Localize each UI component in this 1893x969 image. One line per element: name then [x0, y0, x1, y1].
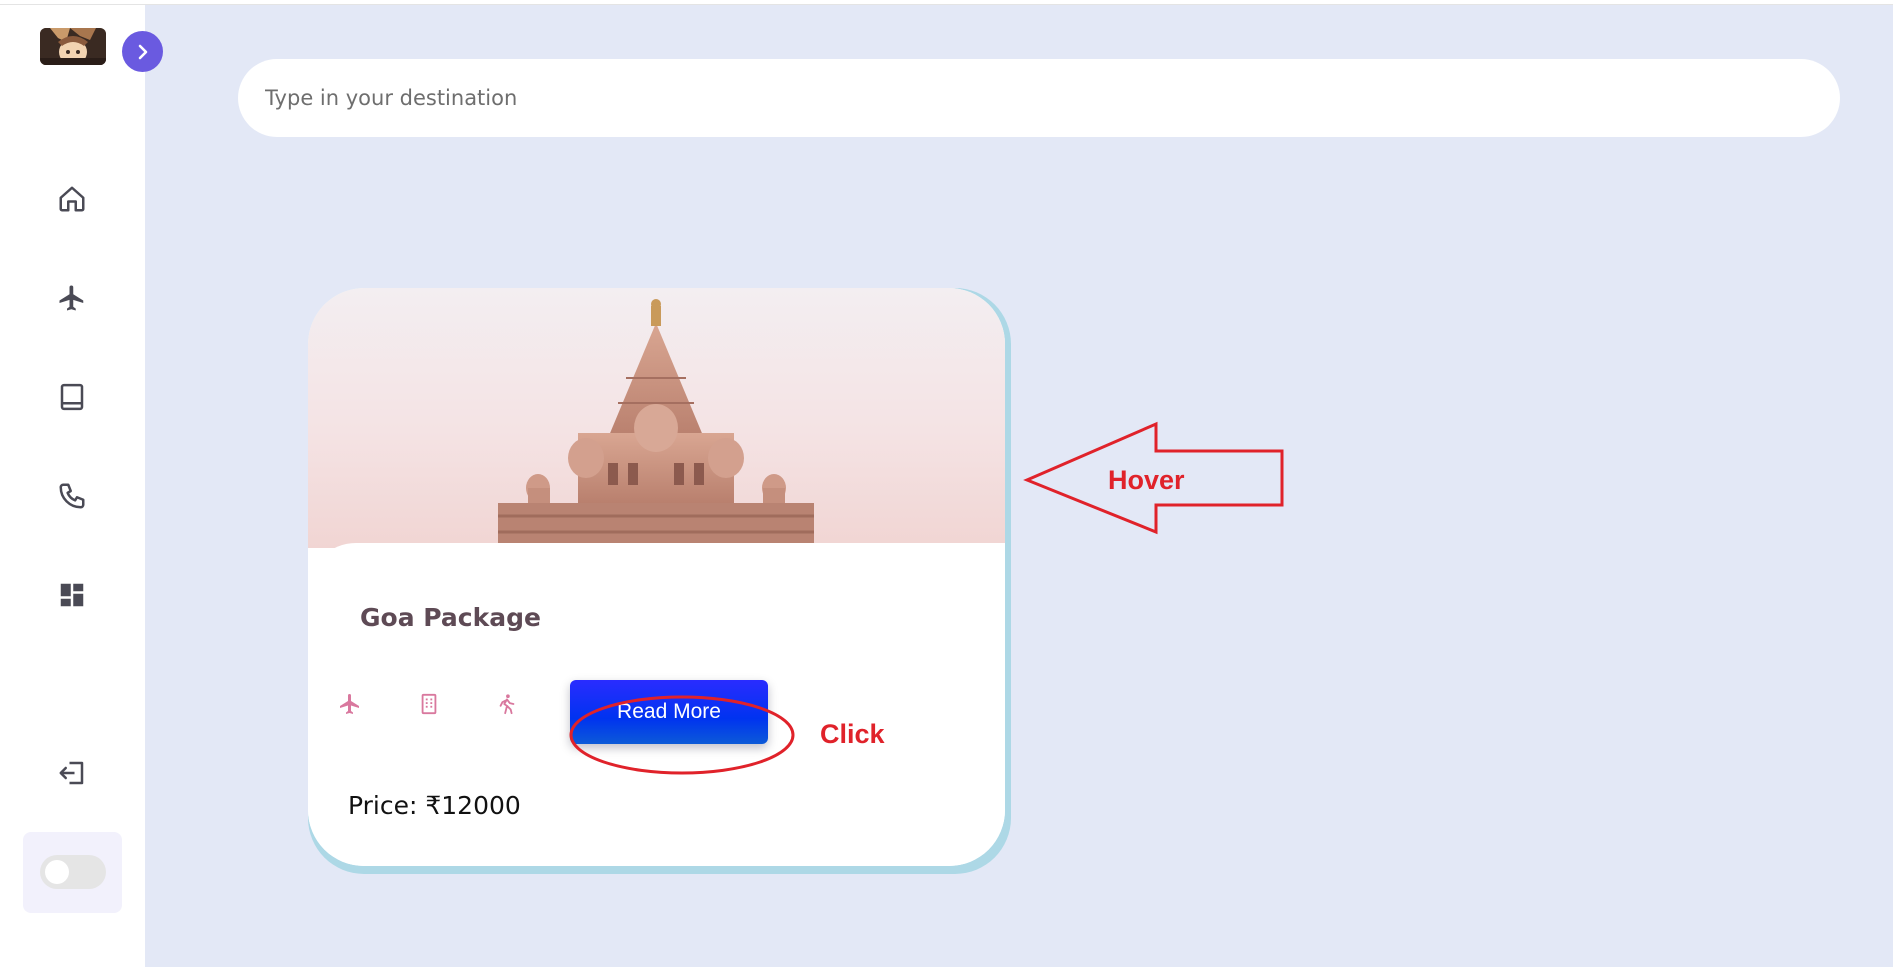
- sidebar-item-home[interactable]: [52, 179, 92, 219]
- chevron-right-icon: [138, 44, 147, 59]
- theme-toggle-knob: [45, 860, 69, 884]
- click-highlight-ellipse: [569, 695, 795, 775]
- book-icon: [60, 383, 84, 411]
- logout-icon: [59, 761, 84, 785]
- airplane-icon: [59, 285, 84, 311]
- hover-label: Hover: [1108, 465, 1185, 495]
- annotation-overlay: [569, 421, 1284, 775]
- main-content: Goa Package: [145, 5, 1893, 967]
- avatar-image: [40, 28, 106, 65]
- avatar[interactable]: [40, 28, 106, 65]
- theme-toggle-container: [23, 832, 122, 913]
- sidebar-item-flights[interactable]: [52, 278, 92, 318]
- sidebar-item-dashboard[interactable]: [52, 575, 92, 615]
- sidebar-item-contact[interactable]: [52, 476, 92, 516]
- theme-toggle-switch[interactable]: [40, 855, 106, 889]
- logout-button[interactable]: [52, 753, 92, 793]
- home-icon: [59, 186, 85, 212]
- dashboard-icon: [60, 583, 84, 607]
- click-label: Click: [820, 719, 885, 749]
- sidebar-expand-button[interactable]: [122, 31, 163, 72]
- sidebar: [0, 5, 163, 967]
- phone-icon: [59, 483, 85, 509]
- sidebar-item-bookings[interactable]: [52, 377, 92, 417]
